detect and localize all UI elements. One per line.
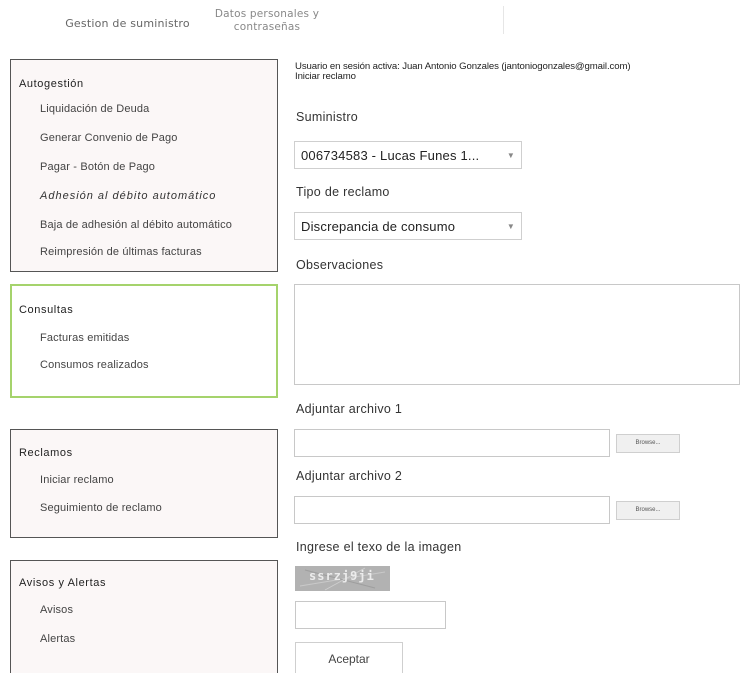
sidebar-item-baja-adhesion[interactable]: Baja de adhesión al débito automático	[40, 219, 232, 231]
chevron-down-icon: ▼	[506, 151, 515, 160]
browse-button-1[interactable]: Browse...	[616, 434, 680, 453]
adjuntar-archivo-1-label: Adjuntar archivo 1	[296, 402, 403, 416]
panel-autogestion: Autogestión Liquidación de Deuda Generar…	[10, 59, 278, 272]
tab-gestion-suministro[interactable]: Gestion de suministro	[40, 17, 215, 30]
panel-reclamos: Reclamos Iniciar reclamo Seguimiento de …	[10, 429, 278, 538]
panel-consultas: Consultas Facturas emitidas Consumos rea…	[10, 284, 278, 398]
suministro-label: Suministro	[296, 110, 359, 124]
sidebar-item-avisos[interactable]: Avisos	[40, 604, 73, 616]
tab-divider	[503, 6, 504, 34]
session-info: Usuario en sesión activa: Juan Antonio G…	[295, 62, 740, 82]
tab-datos-personales[interactable]: Datos personales y contraseñas	[212, 8, 322, 34]
tipo-reclamo-selected-value: Discrepancia de consumo	[301, 219, 456, 234]
browse-button-2[interactable]: Browse...	[616, 501, 680, 520]
sidebar-item-liquidacion-deuda[interactable]: Liquidación de Deuda	[40, 103, 149, 115]
aceptar-button[interactable]: Aceptar	[295, 642, 403, 673]
captcha-label: Ingrese el texo de la imagen	[296, 540, 462, 554]
panel-title-autogestion: Autogestión	[19, 78, 84, 90]
panel-title-consultas: Consultas	[19, 304, 74, 316]
active-user-text: Usuario en sesión activa: Juan Antonio G…	[295, 61, 631, 72]
panel-title-reclamos: Reclamos	[19, 447, 73, 459]
observaciones-textarea[interactable]	[294, 284, 740, 385]
suministro-selected-value: 006734583 - Lucas Funes 1...	[301, 148, 480, 163]
tipo-reclamo-select[interactable]: Discrepancia de consumo ▼	[294, 212, 522, 240]
sidebar-item-seguimiento-reclamo[interactable]: Seguimiento de reclamo	[40, 502, 162, 514]
sidebar-item-adhesion-debito[interactable]: Adhesión al débito automático	[40, 190, 216, 202]
sidebar-item-alertas[interactable]: Alertas	[40, 633, 75, 645]
sidebar-item-facturas-emitidas[interactable]: Facturas emitidas	[40, 332, 129, 344]
adjuntar-archivo-2-label: Adjuntar archivo 2	[296, 469, 403, 483]
tab-datos-personales-line2: contraseñas	[233, 21, 301, 33]
panel-avisos-alertas: Avisos y Alertas Avisos Alertas	[10, 560, 278, 673]
sidebar-item-iniciar-reclamo[interactable]: Iniciar reclamo	[40, 474, 114, 486]
captcha-image: ssrzj9ji	[295, 566, 390, 591]
captcha-input[interactable]	[295, 601, 446, 629]
page-title: Iniciar reclamo	[295, 71, 356, 82]
sidebar-item-pagar-boton[interactable]: Pagar - Botón de Pago	[40, 161, 155, 173]
panel-title-avisos-alertas: Avisos y Alertas	[19, 577, 107, 589]
tab-datos-personales-line1: Datos personales y	[214, 8, 320, 20]
sidebar-item-reimpresion-facturas[interactable]: Reimpresión de últimas facturas	[40, 246, 202, 258]
captcha-text: ssrzj9ji	[309, 569, 375, 583]
sidebar-item-generar-convenio[interactable]: Generar Convenio de Pago	[40, 132, 178, 144]
adjuntar-archivo-2-input[interactable]	[294, 496, 610, 524]
suministro-select[interactable]: 006734583 - Lucas Funes 1... ▼	[294, 141, 522, 169]
observaciones-label: Observaciones	[296, 258, 384, 272]
chevron-down-icon: ▼	[506, 222, 515, 231]
tipo-reclamo-label: Tipo de reclamo	[296, 185, 390, 199]
sidebar-item-consumos-realizados[interactable]: Consumos realizados	[40, 359, 149, 371]
adjuntar-archivo-1-input[interactable]	[294, 429, 610, 457]
